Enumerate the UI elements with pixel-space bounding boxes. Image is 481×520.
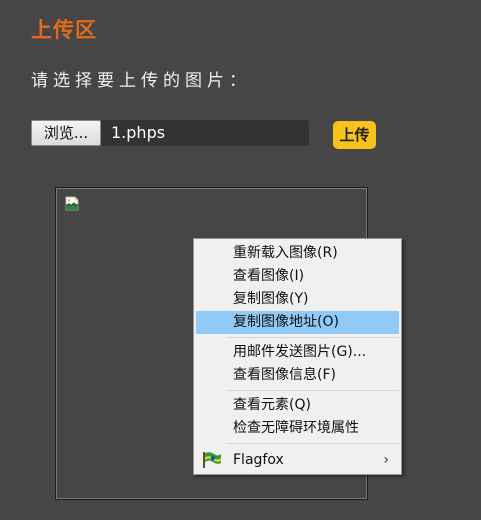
browse-button[interactable]: 浏览...	[31, 120, 101, 146]
menu-item-view-image[interactable]: 查看图像(I)	[196, 265, 399, 288]
menu-item-inspect-element[interactable]: 查看元素(Q)	[196, 394, 399, 417]
selected-file-name: 1.phps	[111, 123, 166, 142]
upload-page: 上传区 请选择要上传的图片： 浏览... 1.phps 上传 重新载入图像(R)…	[0, 0, 481, 520]
broken-image-icon	[65, 196, 79, 211]
section-title: 上传区	[31, 18, 97, 42]
menu-item-copy-image[interactable]: 复制图像(Y)	[196, 288, 399, 311]
file-input[interactable]: 浏览... 1.phps	[31, 120, 309, 146]
flagfox-icon	[203, 452, 221, 468]
menu-separator	[226, 390, 399, 391]
chevron-right-icon: ›	[383, 452, 389, 468]
menu-separator	[226, 337, 399, 338]
menu-item-view-image-info[interactable]: 查看图像信息(F)	[196, 364, 399, 387]
upload-prompt: 请选择要上传的图片：	[31, 71, 251, 91]
menu-item-email-image[interactable]: 用邮件发送图片(G)...	[196, 341, 399, 364]
flagfox-label: Flagfox	[233, 452, 284, 468]
menu-item-reload-image[interactable]: 重新载入图像(R)	[196, 242, 399, 265]
menu-item-copy-image-address[interactable]: 复制图像地址(O)	[196, 311, 399, 334]
menu-item-inspect-accessibility[interactable]: 检查无障碍环境属性	[196, 417, 399, 440]
menu-item-flagfox[interactable]: Flagfox ›	[196, 447, 399, 473]
upload-button[interactable]: 上传	[333, 121, 376, 149]
menu-separator	[226, 443, 399, 444]
context-menu: 重新载入图像(R) 查看图像(I) 复制图像(Y) 复制图像地址(O) 用邮件发…	[193, 238, 402, 475]
